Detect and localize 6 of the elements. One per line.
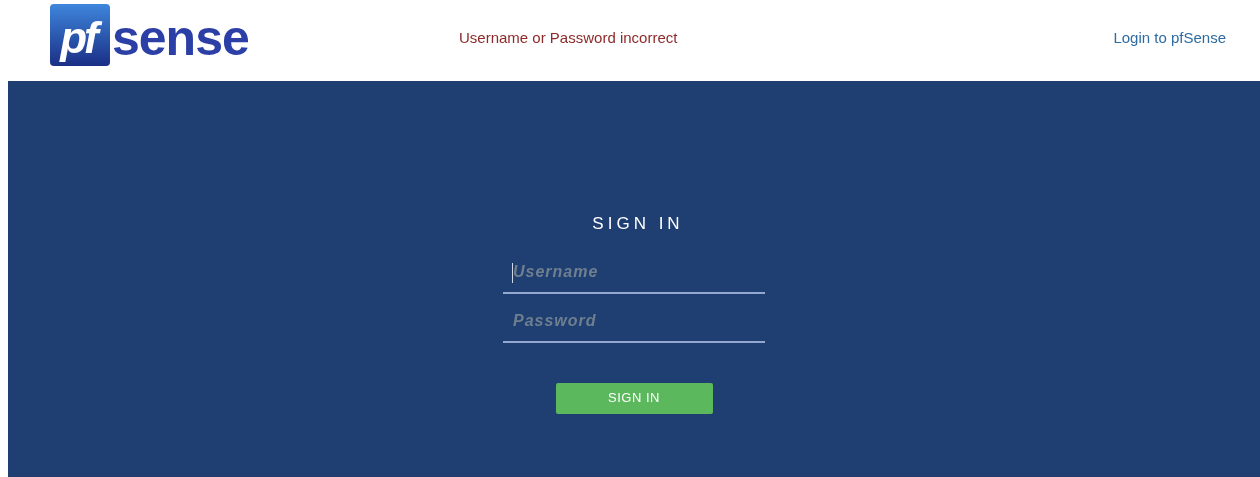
pfsense-logo: pf sense	[50, 4, 249, 66]
login-title-link[interactable]: Login to pfSense	[1113, 27, 1226, 50]
sign-in-heading: SIGN IN	[592, 213, 684, 235]
error-message: Username or Password incorrect	[459, 28, 678, 48]
input-field[interactable]: Username	[503, 248, 765, 294]
input-field[interactable]: Password	[503, 297, 765, 343]
